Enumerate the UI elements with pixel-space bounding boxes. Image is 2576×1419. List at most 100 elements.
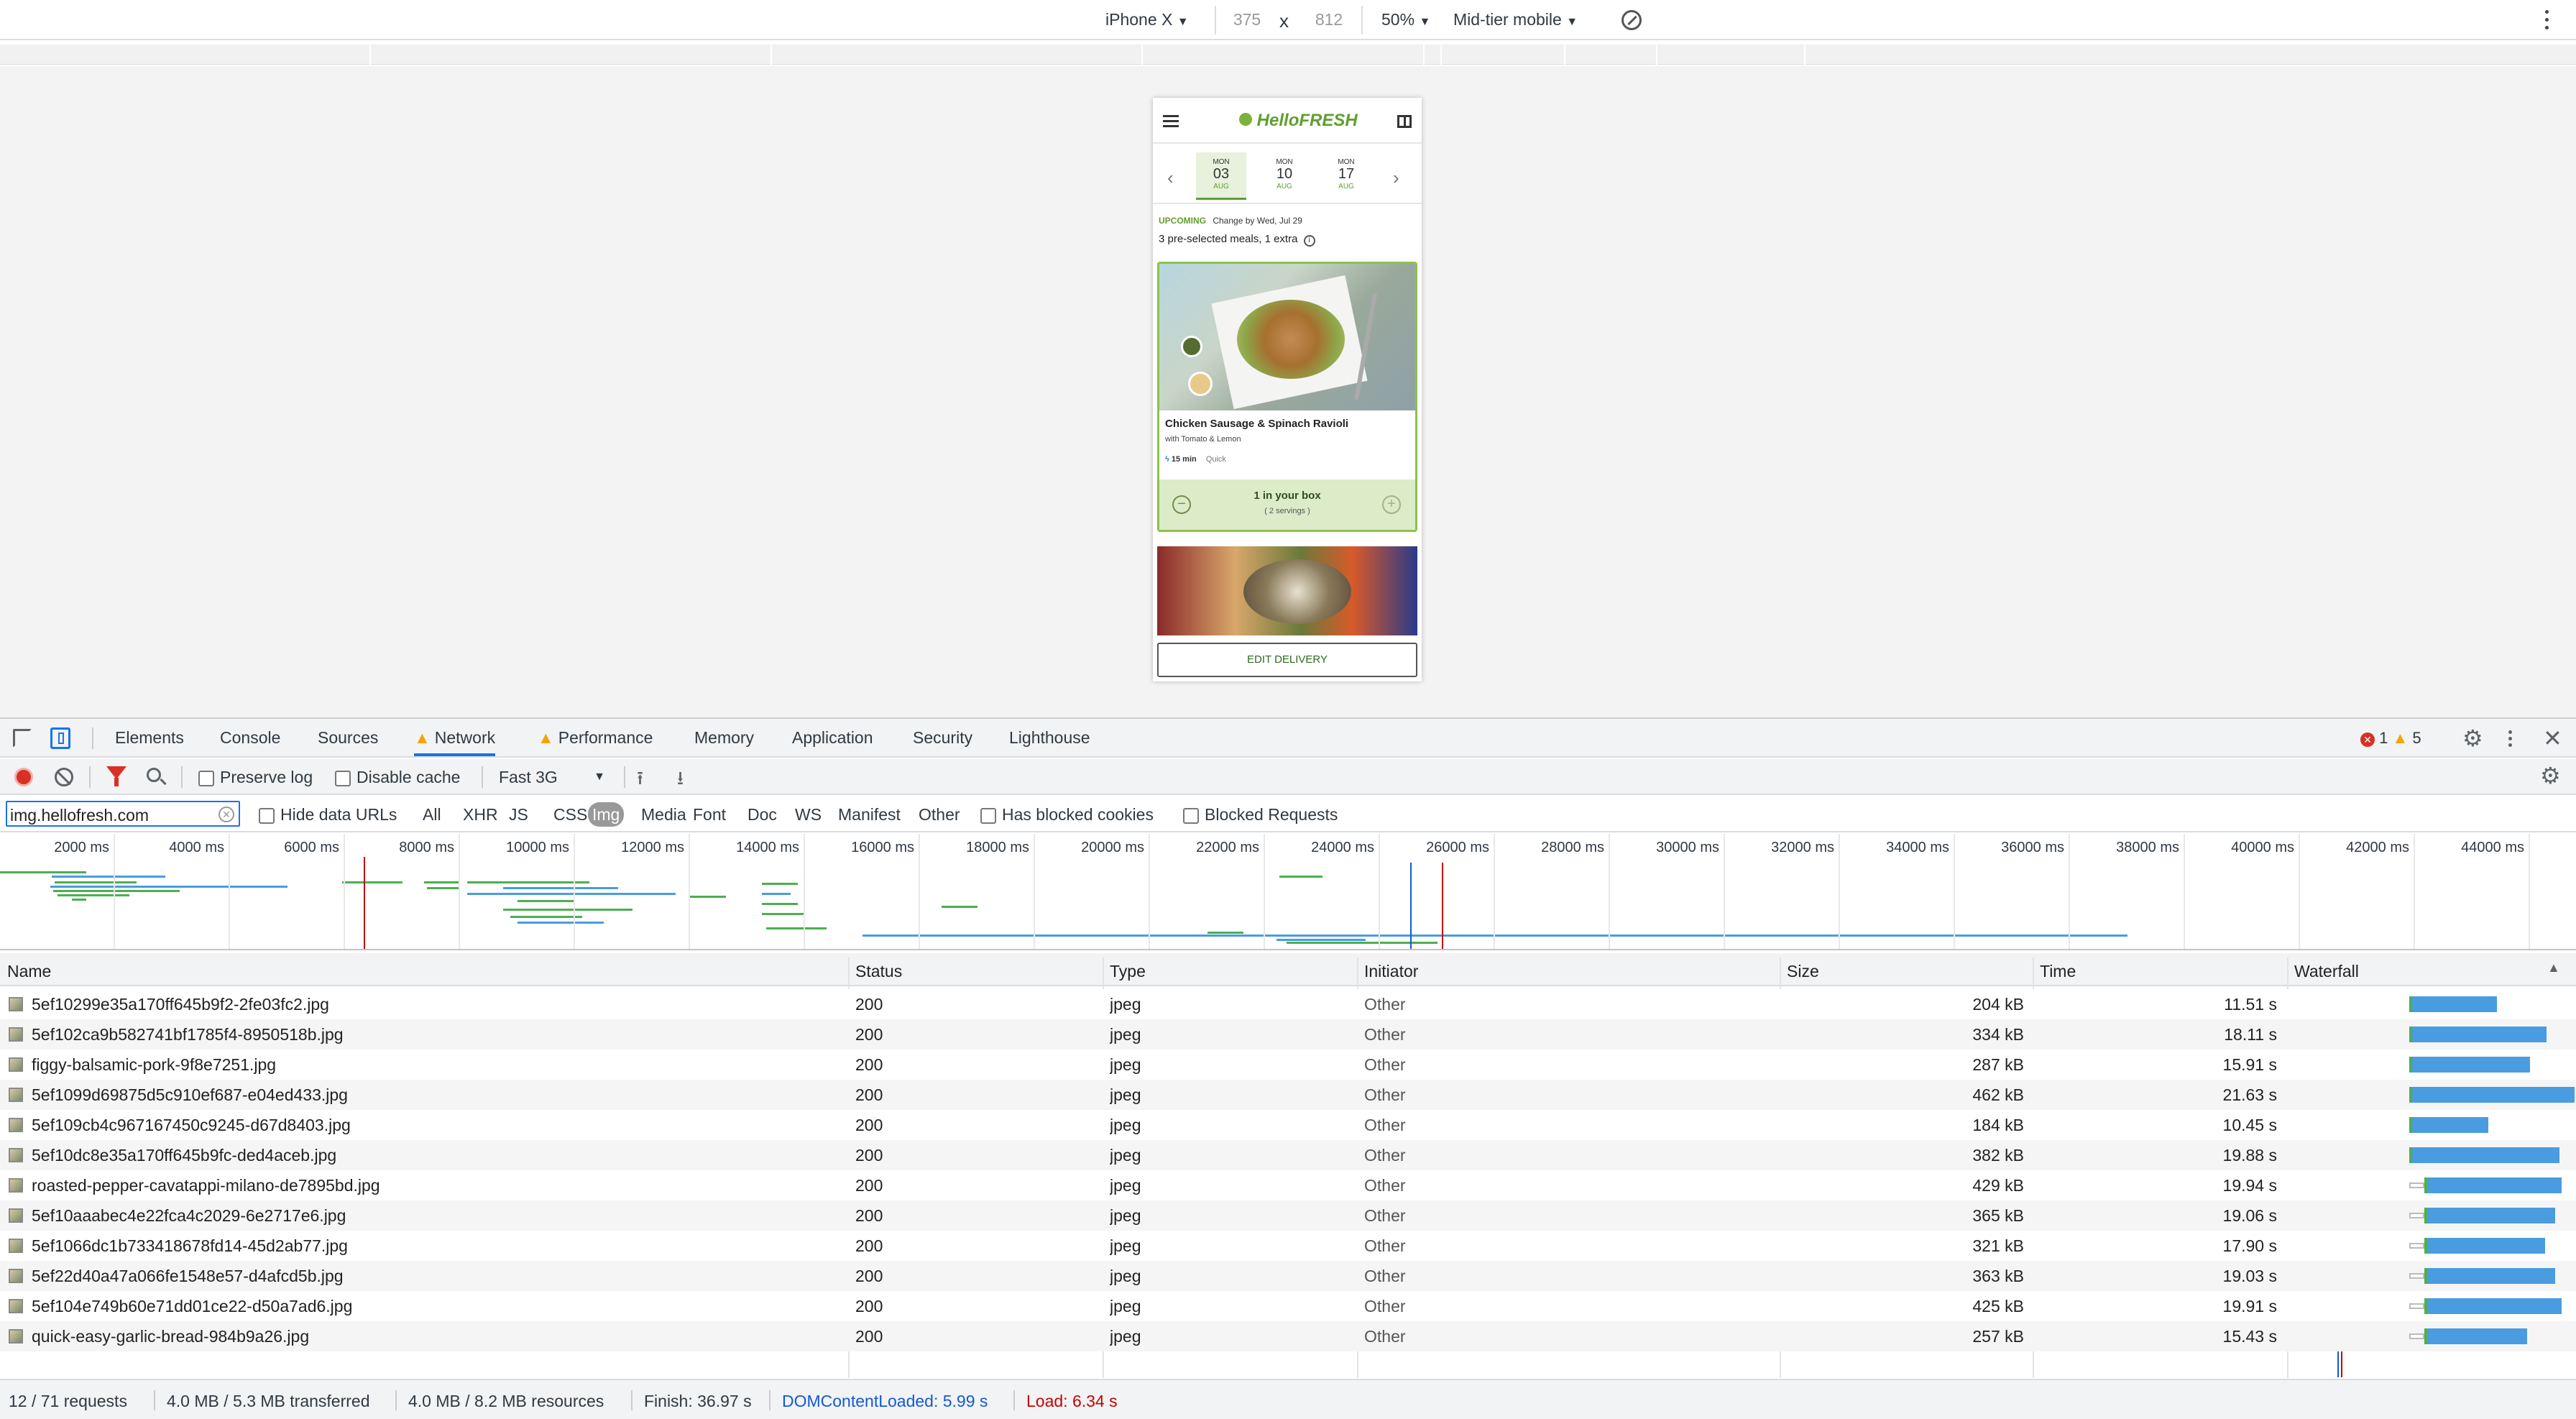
column-header-type[interactable]: Type	[1110, 962, 1146, 981]
close-devtools-icon[interactable]: ✕	[2543, 725, 2562, 752]
date-option[interactable]: MON 03 AUG	[1196, 152, 1246, 200]
tab-memory[interactable]: Memory	[694, 719, 754, 756]
preserve-log-checkbox[interactable]: Preserve log	[198, 768, 313, 787]
request-name-cell[interactable]: 5ef10aaabec4e22fca4c2029-6e2717e6.jpg	[9, 1200, 842, 1231]
rotate-icon[interactable]	[1622, 10, 1642, 30]
tab-lighthouse[interactable]: Lighthouse	[1009, 719, 1090, 756]
table-row[interactable]: 5ef10aaabec4e22fca4c2029-6e2717e6.jpg 200…	[0, 1200, 2576, 1231]
prev-week-icon[interactable]: ‹	[1167, 167, 1174, 189]
type-filter-media[interactable]: Media	[637, 802, 691, 827]
next-week-icon[interactable]: ›	[1393, 167, 1399, 189]
table-row[interactable]: roasted-pepper-cavatappi-milano-de7895bd…	[0, 1170, 2576, 1200]
height-input[interactable]: 812	[1297, 10, 1361, 29]
inspect-icon[interactable]	[13, 729, 32, 748]
blocked-requests-checkbox[interactable]: Blocked Requests	[1183, 805, 1338, 825]
tab-security[interactable]: Security	[913, 719, 972, 756]
request-name-cell[interactable]: 5ef1099d69875d5c910ef687-e04ed433.jpg	[9, 1080, 842, 1110]
request-name-cell[interactable]: 5ef104e749b60e71dd01ce22-d50a7ad6.jpg	[9, 1291, 842, 1321]
overview-timeline[interactable]: 2000 ms 4000 ms 6000 ms 8000 ms 10000 ms 1200…	[0, 834, 2576, 950]
date-dow: MON	[1338, 158, 1355, 166]
clear-icon[interactable]	[55, 768, 73, 786]
request-name-cell[interactable]: 5ef10299e35a170ff645b9f2-2fe03fc2.jpg	[9, 989, 842, 1019]
type-filter-xhr[interactable]: XHR	[459, 802, 502, 827]
network-settings-gear-icon[interactable]: ⚙	[2540, 763, 2561, 788]
record-icon[interactable]	[14, 768, 33, 786]
column-header-waterfall[interactable]: Waterfall	[2294, 962, 2359, 981]
info-icon[interactable]: i	[1303, 235, 1315, 247]
tab-network[interactable]: ▲ Network	[414, 719, 496, 756]
request-name-cell[interactable]: 5ef10dc8e35a170ff645b9fc-ded4aceb.jpg	[9, 1140, 842, 1170]
disable-cache-checkbox[interactable]: Disable cache	[335, 768, 460, 787]
timeline-gridline	[1724, 834, 1725, 949]
table-row[interactable]: figgy-balsamic-pork-9f8e7251.jpg 200 jpeg O…	[0, 1050, 2576, 1080]
meal-card[interactable]: Chicken Sausage & Spinach Ravioli with T…	[1157, 262, 1417, 532]
export-har-icon[interactable]: ⭳	[677, 765, 684, 796]
has-blocked-cookies-checkbox[interactable]: Has blocked cookies	[980, 805, 1154, 825]
width-input[interactable]: 375	[1215, 10, 1279, 29]
table-row[interactable]: 5ef10dc8e35a170ff645b9fc-ded4aceb.jpg 200…	[0, 1140, 2576, 1170]
column-header-time[interactable]: Time	[2040, 962, 2076, 981]
table-row[interactable]: 5ef102ca9b582741bf1785f4-8950518b.jpg 200…	[0, 1019, 2576, 1050]
import-har-icon[interactable]: ⭱	[637, 765, 643, 796]
date-option[interactable]: MON 10 AUG	[1259, 152, 1310, 200]
filter-input[interactable]: img.hellofresh.com ✕	[6, 801, 240, 827]
image-file-icon	[9, 1299, 23, 1313]
tab-console[interactable]: Console	[220, 719, 280, 756]
table-row[interactable]: 5ef10299e35a170ff645b9f2-2fe03fc2.jpg 200…	[0, 989, 2576, 1019]
type-filter-other[interactable]: Other	[914, 802, 965, 827]
date-option[interactable]: MON 17 AUG	[1321, 152, 1371, 200]
column-header-size[interactable]: Size	[1787, 962, 1819, 981]
clear-filter-icon[interactable]: ✕	[218, 807, 234, 822]
waterfall-download-bar	[2412, 1147, 2559, 1163]
table-row[interactable]: 5ef1066dc1b733418678fd14-45d2ab77.jpg 200…	[0, 1231, 2576, 1261]
request-name-cell[interactable]: 5ef22d40a47a066fe1548e57-d4afcd5b.jpg	[9, 1261, 842, 1291]
more-options-icon[interactable]	[2544, 9, 2550, 32]
column-header-initiator[interactable]: Initiator	[1364, 962, 1418, 981]
request-name-cell[interactable]: figgy-balsamic-pork-9f8e7251.jpg	[9, 1050, 842, 1080]
tab-sources[interactable]: Sources	[318, 719, 378, 756]
settings-gear-icon[interactable]: ⚙	[2462, 727, 2483, 750]
request-name-cell[interactable]: 5ef109cb4c967167450c9245-d67d8403.jpg	[9, 1110, 842, 1140]
edit-delivery-button[interactable]: EDIT DELIVERY	[1157, 643, 1417, 677]
tab-elements[interactable]: Elements	[115, 719, 184, 756]
throttle-select[interactable]: Mid-tier mobile ▼	[1453, 10, 1578, 29]
menu-icon[interactable]	[1163, 115, 1179, 128]
type-filter-img[interactable]: Img	[588, 802, 625, 827]
type-filter-manifest[interactable]: Manifest	[834, 802, 905, 827]
type-cell: jpeg	[1110, 1175, 1141, 1195]
table-row[interactable]: 5ef22d40a47a066fe1548e57-d4afcd5b.jpg 200…	[0, 1261, 2576, 1291]
tab-label: Security	[913, 728, 973, 747]
device-select[interactable]: iPhone X ▼	[1105, 10, 1189, 29]
type-filter-doc[interactable]: Doc	[743, 802, 781, 827]
table-row[interactable]: quick-easy-garlic-bread-984b9a26.jpg 200 j…	[0, 1321, 2576, 1351]
request-name: quick-easy-garlic-bread-984b9a26.jpg	[32, 1326, 310, 1346]
type-filter-font[interactable]: Font	[689, 802, 730, 827]
hide-data-urls-checkbox[interactable]: Hide data URLs	[259, 805, 397, 825]
type-filter-js[interactable]: JS	[505, 802, 533, 827]
request-name-cell[interactable]: roasted-pepper-cavatappi-milano-de7895bd…	[9, 1170, 842, 1200]
column-header-status[interactable]: Status	[855, 962, 902, 981]
device-toggle-icon[interactable]	[50, 727, 70, 749]
more-tools-icon[interactable]	[2508, 729, 2513, 749]
zoom-select[interactable]: 50% ▼	[1381, 10, 1430, 29]
gift-icon[interactable]	[1397, 115, 1412, 128]
tab-performance[interactable]: ▲ Performance	[538, 719, 653, 756]
column-header-name[interactable]: Name	[7, 962, 51, 981]
throttling-select[interactable]: Fast 3G ▼	[499, 768, 605, 787]
plus-icon[interactable]: +	[1382, 495, 1401, 514]
table-row[interactable]: 5ef109cb4c967167450c9245-d67d8403.jpg 200…	[0, 1110, 2576, 1140]
type-filter-css[interactable]: CSS	[549, 802, 592, 827]
sort-ascending-icon[interactable]: ▲	[2547, 960, 2560, 975]
search-icon[interactable]	[147, 768, 161, 782]
request-name-cell[interactable]: 5ef102ca9b582741bf1785f4-8950518b.jpg	[9, 1019, 842, 1050]
second-meal-image[interactable]	[1157, 546, 1417, 635]
request-name-cell[interactable]: quick-easy-garlic-bread-984b9a26.jpg	[9, 1321, 842, 1351]
type-filter-ws[interactable]: WS	[791, 802, 826, 827]
request-name-cell[interactable]: 5ef1066dc1b733418678fd14-45d2ab77.jpg	[9, 1231, 842, 1261]
issues-counter[interactable]: ✕ 1 ▲ 5	[2360, 729, 2421, 748]
table-row[interactable]: 5ef1099d69875d5c910ef687-e04ed433.jpg 200…	[0, 1080, 2576, 1110]
table-row[interactable]: 5ef104e749b60e71dd01ce22-d50a7ad6.jpg 200…	[0, 1291, 2576, 1321]
brand-logo[interactable]: HelloFRESH	[1239, 111, 1358, 131]
type-filter-all[interactable]: All	[418, 802, 446, 827]
tab-application[interactable]: Application	[792, 719, 873, 756]
